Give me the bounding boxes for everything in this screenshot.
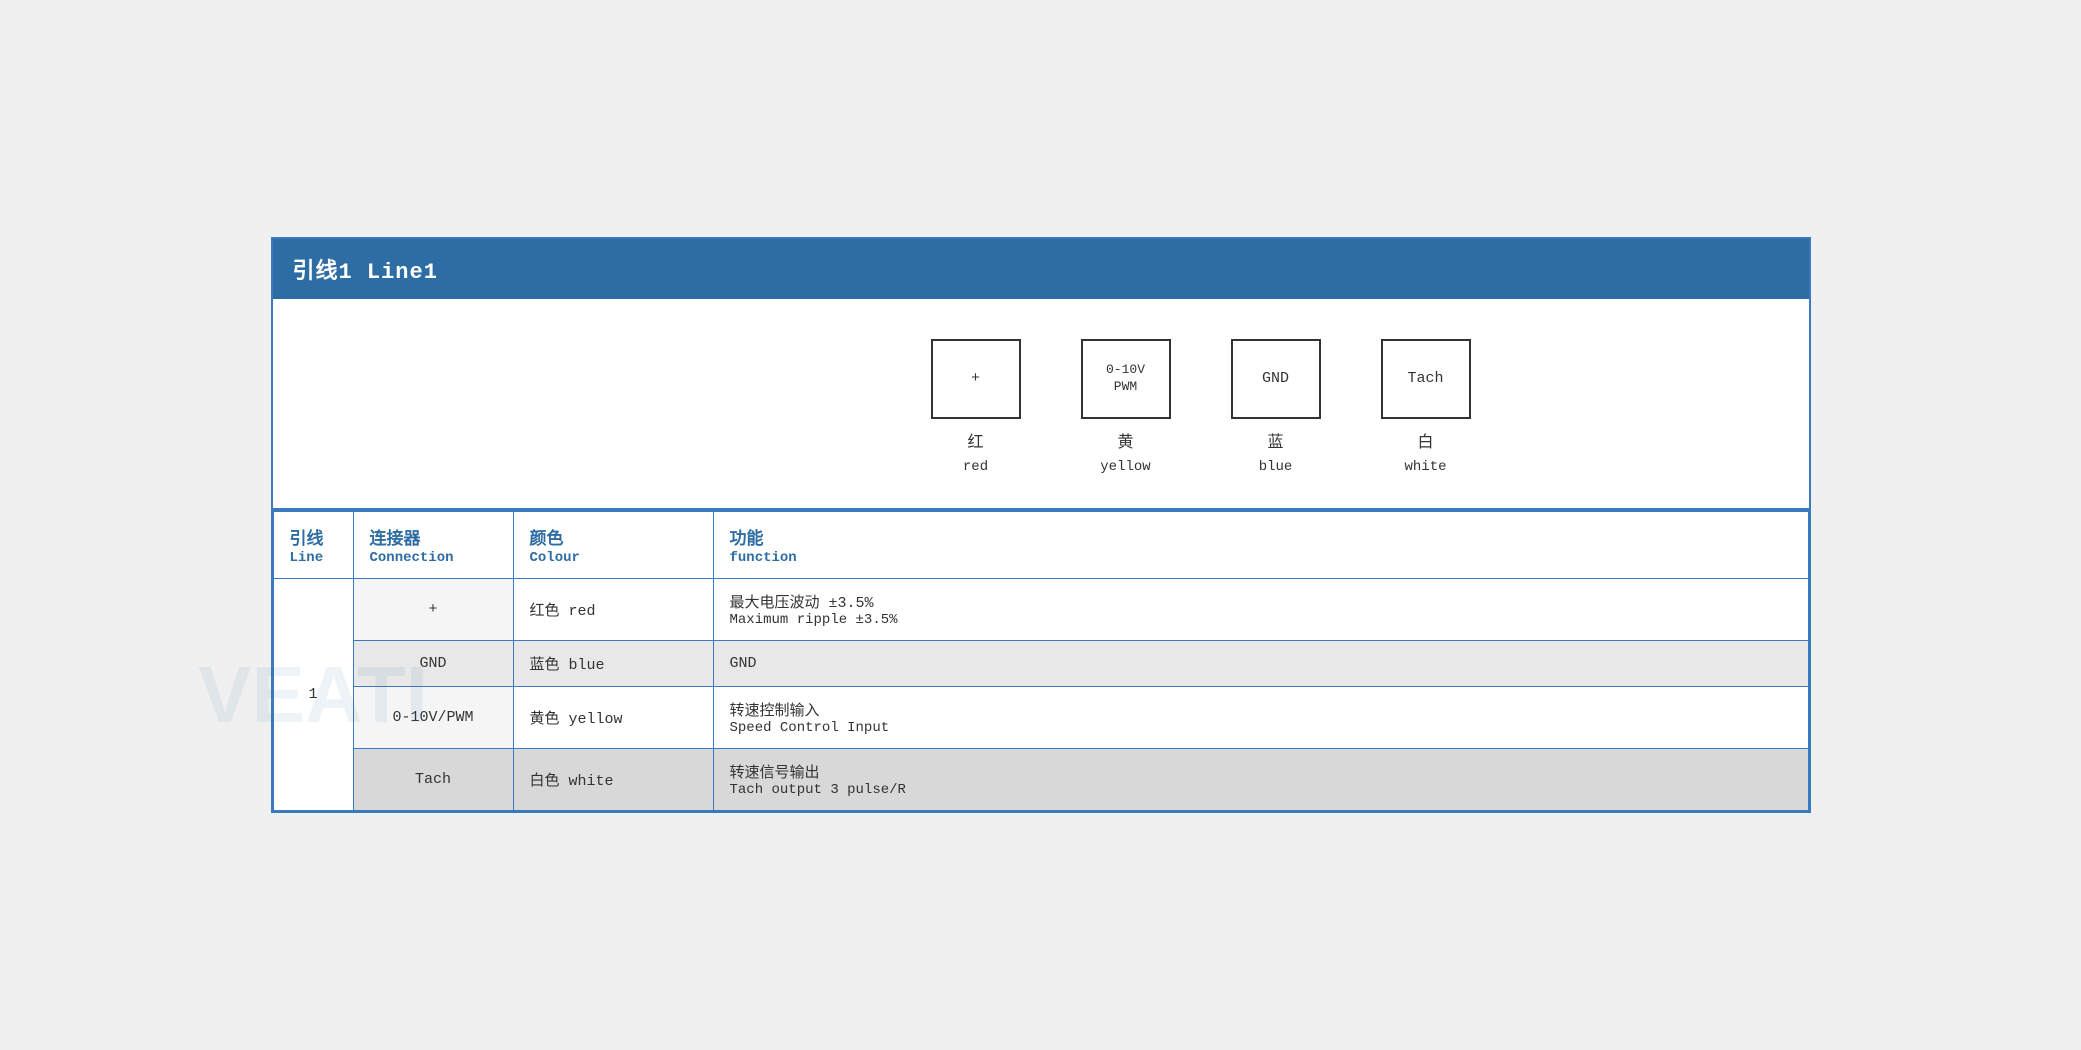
col-header-color-zh: 颜色: [530, 524, 697, 550]
func-zh-ripple: 最大电压波动 ±3.5%: [730, 591, 1792, 612]
func-en-speed: Speed Control Input: [730, 720, 1792, 736]
table-row-2: GND 蓝色 blue GND: [273, 641, 1808, 687]
func-cell-gnd: GND: [713, 641, 1808, 687]
table-row-4: Tach 白色 white 转速信号输出 Tach output 3 pulse…: [273, 749, 1808, 811]
connector-box-gnd: GND: [1231, 339, 1321, 419]
col-header-color: 颜色 Colour: [513, 511, 713, 579]
color-cell-white: 白色 white: [513, 749, 713, 811]
connector-zh-pwm: 黄: [1100, 431, 1150, 457]
connector-label-plus: 红 red: [963, 431, 988, 479]
data-table: 引线 Line 连接器 Connection 颜色 Colour 功能 func…: [273, 510, 1809, 811]
line-number-cell: 1 VEATI: [273, 579, 353, 811]
func-cell-speed: 转速控制输入 Speed Control Input: [713, 687, 1808, 749]
table-row-1: 1 VEATI + 红色 red 最大电压波动 ±3.5% Maximum ri…: [273, 579, 1808, 641]
func-zh-speed: 转速控制输入: [730, 699, 1792, 720]
table-header-row: 引线 Line 连接器 Connection 颜色 Colour 功能 func…: [273, 511, 1808, 579]
conn-cell-gnd: GND: [353, 641, 513, 687]
main-container: 引线1 Line1 + 红 red 0-10VPWM 黄 yellow: [271, 237, 1811, 814]
connector-zh-gnd: 蓝: [1259, 431, 1293, 457]
func-cell-ripple: 最大电压波动 ±3.5% Maximum ripple ±3.5%: [713, 579, 1808, 641]
connector-label-pwm: 黄 yellow: [1100, 431, 1150, 479]
color-cell-blue: 蓝色 blue: [513, 641, 713, 687]
connector-en-plus: red: [963, 456, 988, 478]
connector-en-tach: white: [1404, 456, 1446, 478]
col-header-func-zh: 功能: [730, 524, 1792, 550]
connector-box-pwm: 0-10VPWM: [1081, 339, 1171, 419]
connector-diagram: + 红 red 0-10VPWM 黄 yellow GND 蓝 blue: [931, 339, 1471, 479]
section-title: 引线1 Line1: [273, 239, 1809, 299]
func-en-ripple: Maximum ripple ±3.5%: [730, 612, 1792, 628]
connector-plus: + 红 red: [931, 339, 1021, 479]
col-header-conn: 连接器 Connection: [353, 511, 513, 579]
conn-cell-pwm: 0-10V/PWM: [353, 687, 513, 749]
connector-label-gnd: 蓝 blue: [1259, 431, 1293, 479]
col-header-func-en: function: [730, 550, 1792, 566]
conn-cell-plus: +: [353, 579, 513, 641]
connector-en-pwm: yellow: [1100, 456, 1150, 478]
title-text: 引线1 Line1: [293, 260, 438, 285]
color-cell-yellow: 黄色 yellow: [513, 687, 713, 749]
connector-gnd: GND 蓝 blue: [1231, 339, 1321, 479]
connector-zh-plus: 红: [963, 431, 988, 457]
color-cell-red: 红色 red: [513, 579, 713, 641]
connector-box-plus: +: [931, 339, 1021, 419]
col-header-line-zh: 引线: [290, 524, 337, 550]
col-header-conn-en: Connection: [370, 550, 497, 566]
col-header-conn-zh: 连接器: [370, 524, 497, 550]
conn-cell-tach: Tach: [353, 749, 513, 811]
func-en-tach: Tach output 3 pulse/R: [730, 782, 1792, 798]
diagram-section: + 红 red 0-10VPWM 黄 yellow GND 蓝 blue: [273, 299, 1809, 511]
connector-zh-tach: 白: [1404, 431, 1446, 457]
func-zh-tach: 转速信号输出: [730, 761, 1792, 782]
connector-tach: Tach 白 white: [1381, 339, 1471, 479]
connector-label-tach: 白 white: [1404, 431, 1446, 479]
func-zh-gnd: GND: [730, 655, 1792, 672]
table-row-3: 0-10V/PWM 黄色 yellow 转速控制输入 Speed Control…: [273, 687, 1808, 749]
col-header-line-en: Line: [290, 550, 337, 566]
col-header-color-en: Colour: [530, 550, 697, 566]
func-cell-tach: 转速信号输出 Tach output 3 pulse/R: [713, 749, 1808, 811]
col-header-func: 功能 function: [713, 511, 1808, 579]
connector-en-gnd: blue: [1259, 456, 1293, 478]
connector-box-tach: Tach: [1381, 339, 1471, 419]
connector-pwm: 0-10VPWM 黄 yellow: [1081, 339, 1171, 479]
col-header-line: 引线 Line: [273, 511, 353, 579]
